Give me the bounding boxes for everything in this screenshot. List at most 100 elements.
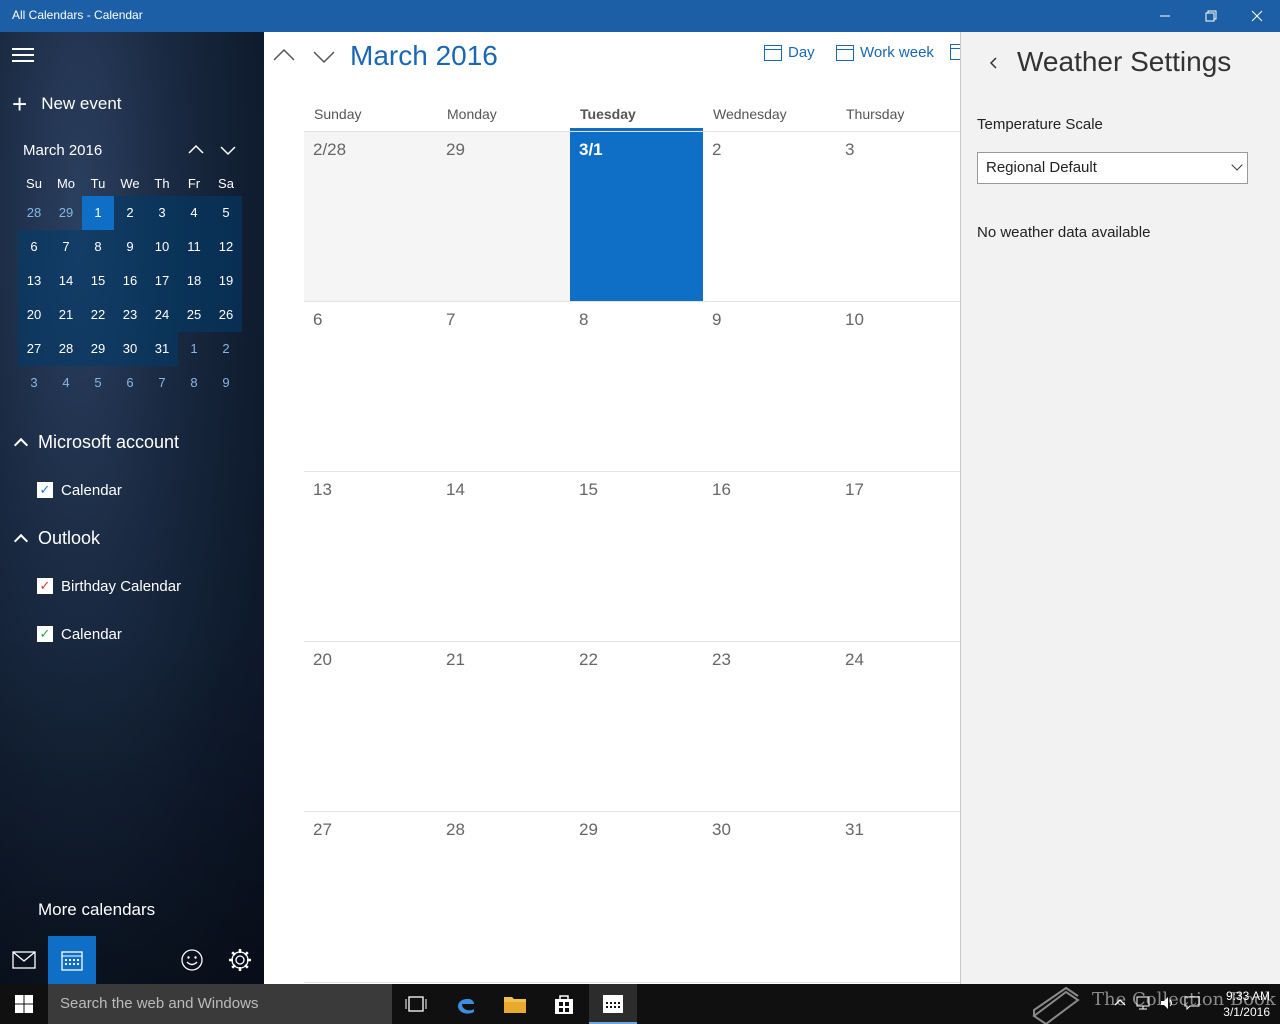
minimize-button[interactable] [1142,0,1188,32]
mini-calendar-day[interactable]: 10 [146,230,178,264]
calendar-toggle-birthday-calendar[interactable]: ✓ Birthday Calendar [37,576,181,596]
mini-calendar-day[interactable]: 15 [82,264,114,298]
taskbar-clock[interactable]: 9:33 AM 3/1/2016 [1210,988,1270,1020]
calendar-app-button[interactable] [48,936,96,984]
calendar-day-cell[interactable]: 16 [703,472,836,642]
account-header-microsoft[interactable]: Microsoft account [12,430,179,454]
mini-calendar-day[interactable]: 11 [178,230,210,264]
tray-overflow-button[interactable] [1114,996,1126,1011]
mini-calendar-day[interactable]: 28 [50,332,82,366]
network-button[interactable] [1136,996,1152,1013]
mini-calendar-day[interactable]: 23 [114,298,146,332]
calendar-day-cell[interactable]: 7 [437,302,570,472]
mini-calendar-day[interactable]: 26 [210,298,242,332]
month-title[interactable]: March 2016 [350,40,498,72]
checkbox-checked-icon[interactable]: ✓ [37,626,53,642]
mini-calendar-day[interactable]: 7 [50,230,82,264]
mini-calendar-day[interactable]: 12 [210,230,242,264]
action-center-button[interactable] [1184,996,1200,1013]
hamburger-menu-icon[interactable] [12,46,36,64]
calendar-day-cell[interactable]: 2 [703,132,836,302]
work-week-view-button[interactable]: Work week [836,44,934,61]
mini-calendar-day[interactable]: 27 [18,332,50,366]
volume-button[interactable] [1160,996,1176,1013]
calendar-day-cell[interactable]: 17 [836,472,960,642]
calendar-day-cell[interactable]: 14 [437,472,570,642]
mini-calendar-day[interactable]: 30 [114,332,146,366]
calendar-day-cell[interactable]: 21 [437,642,570,812]
store-button[interactable] [540,984,588,1024]
mini-calendar-next-button[interactable] [216,140,240,164]
more-calendars-link[interactable]: More calendars [38,900,155,920]
mini-calendar-day[interactable]: 7 [146,366,178,400]
calendar-day-today[interactable]: 3/1 [570,132,703,302]
mini-calendar-day[interactable]: 20 [18,298,50,332]
mini-calendar-day[interactable]: 3 [18,366,50,400]
day-view-button[interactable]: Day [764,44,815,61]
mini-calendar-prev-button[interactable] [184,140,208,164]
calendar-day-cell[interactable]: 6 [304,302,437,472]
calendar-day-cell[interactable]: 10 [836,302,960,472]
mini-calendar-day[interactable]: 31 [146,332,178,366]
new-event-button[interactable]: + New event [12,91,122,117]
start-button[interactable] [0,984,48,1024]
account-header-outlook[interactable]: Outlook [12,526,100,550]
calendar-day-cell[interactable]: 3 [836,132,960,302]
calendar-day-cell[interactable]: 30 [703,812,836,982]
mini-calendar-day[interactable]: 1 [178,332,210,366]
mini-calendar-day[interactable]: 8 [178,366,210,400]
prev-month-button[interactable] [272,44,296,68]
mini-calendar-day[interactable]: 3 [146,196,178,230]
calendar-day-cell[interactable]: 8 [570,302,703,472]
mail-button[interactable] [0,936,48,984]
mini-calendar-day[interactable]: 2 [210,332,242,366]
mini-calendar-day[interactable]: 29 [50,196,82,230]
calendar-day-cell[interactable]: 9 [703,302,836,472]
mini-calendar-day[interactable]: 5 [210,196,242,230]
calendar-day-cell[interactable]: 29 [570,812,703,982]
task-view-button[interactable] [392,984,440,1024]
mini-calendar-day[interactable]: 4 [178,196,210,230]
mini-calendar-day[interactable]: 28 [18,196,50,230]
calendar-day-cell[interactable]: 31 [836,812,960,982]
mini-calendar-day[interactable]: 6 [18,230,50,264]
calendar-toggle-microsoft-calendar[interactable]: ✓ Calendar [37,480,122,500]
checkbox-checked-icon[interactable]: ✓ [37,578,53,594]
mini-calendar-day[interactable]: 16 [114,264,146,298]
mini-calendar-day[interactable]: 17 [146,264,178,298]
mini-calendar-day[interactable]: 29 [82,332,114,366]
mini-calendar-day[interactable]: 14 [50,264,82,298]
mini-calendar-day[interactable]: 18 [178,264,210,298]
temperature-scale-dropdown[interactable]: Regional Default [977,152,1248,184]
calendar-day-cell[interactable]: 20 [304,642,437,812]
mini-calendar-day[interactable]: 1 [82,196,114,230]
file-explorer-button[interactable] [491,984,539,1024]
calendar-day-cell[interactable]: 2/28 [304,132,437,302]
calendar-day-cell[interactable]: 15 [570,472,703,642]
mini-calendar-day[interactable]: 25 [178,298,210,332]
back-button[interactable] [987,56,1001,70]
mini-calendar-day[interactable]: 19 [210,264,242,298]
mini-calendar-day[interactable]: 24 [146,298,178,332]
calendar-day-cell[interactable]: 22 [570,642,703,812]
checkbox-checked-icon[interactable]: ✓ [37,482,53,498]
mini-calendar-day[interactable]: 21 [50,298,82,332]
mini-calendar-day[interactable]: 8 [82,230,114,264]
mini-calendar-day[interactable]: 4 [50,366,82,400]
calendar-day-cell[interactable]: 23 [703,642,836,812]
calendar-day-cell[interactable]: 24 [836,642,960,812]
mini-calendar-day[interactable]: 5 [82,366,114,400]
calendar-toggle-outlook-calendar[interactable]: ✓ Calendar [37,624,122,644]
restore-button[interactable] [1188,0,1234,32]
mini-calendar-day[interactable]: 9 [114,230,146,264]
mini-calendar-day[interactable]: 9 [210,366,242,400]
mini-calendar-day[interactable]: 13 [18,264,50,298]
mini-calendar-day[interactable]: 2 [114,196,146,230]
calendar-day-cell[interactable]: 13 [304,472,437,642]
close-button[interactable] [1234,0,1280,32]
calendar-day-cell[interactable]: 28 [437,812,570,982]
feedback-button[interactable] [168,936,216,984]
settings-button[interactable] [216,936,264,984]
next-month-button[interactable] [312,44,336,68]
mini-calendar-day[interactable]: 22 [82,298,114,332]
